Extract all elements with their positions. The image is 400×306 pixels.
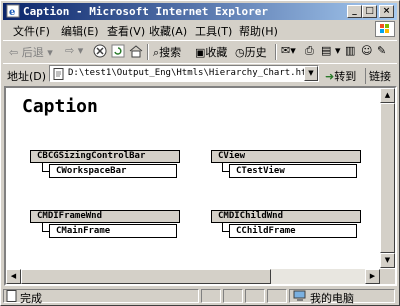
- hierarchy-connector: [222, 163, 229, 172]
- hierarchy-connector: [222, 223, 229, 232]
- status-panel: [245, 289, 265, 303]
- scroll-down-button[interactable]: ▼: [380, 253, 395, 268]
- page-content: Caption CBCGSizingControlBar CWorkspaceB…: [6, 88, 380, 268]
- class-node-child[interactable]: CWorkspaceBar: [49, 164, 177, 178]
- address-label: 地址(D): [7, 70, 47, 83]
- mail-button[interactable]: ✉▾: [281, 44, 296, 57]
- maximize-button[interactable]: □: [362, 5, 377, 18]
- menu-view[interactable]: 查看(V): [107, 23, 145, 39]
- svg-text:e: e: [9, 7, 15, 18]
- status-text: 完成: [20, 292, 42, 305]
- minimize-button[interactable]: _: [347, 5, 362, 18]
- scroll-up-button[interactable]: ▲: [380, 88, 395, 103]
- menu-file[interactable]: 文件(F): [13, 23, 50, 39]
- class-node-parent[interactable]: CMDIChildWnd: [211, 210, 361, 223]
- status-panel: [267, 289, 287, 303]
- windows-logo-icon: [375, 21, 395, 37]
- chevron-down-icon[interactable]: ▾: [335, 44, 341, 57]
- go-arrow-icon: ➜: [325, 70, 335, 83]
- back-arrow-icon: ⇦: [9, 46, 19, 59]
- links-button[interactable]: 链接: [365, 68, 391, 84]
- security-zone-text: 我的电脑: [310, 292, 354, 305]
- status-panel: [201, 289, 221, 303]
- scroll-left-button[interactable]: ◀: [6, 269, 21, 284]
- edit-icon[interactable]: ▤: [321, 44, 331, 57]
- ie-icon: e: [6, 4, 20, 18]
- page-icon: [53, 68, 64, 80]
- address-input[interactable]: D:\test1\Output_Eng\Htmls\Hierarchy_Char…: [49, 65, 319, 82]
- toolbar-separator: [147, 44, 149, 60]
- discuss-icon[interactable]: ▥: [345, 44, 355, 57]
- back-button[interactable]: ⇦ 后退 ▾: [9, 44, 53, 60]
- address-url: D:\test1\Output_Eng\Htmls\Hierarchy_Char…: [68, 68, 312, 78]
- status-zone-panel: 我的电脑: [289, 289, 395, 305]
- toolbar-separator: [275, 44, 277, 60]
- horizontal-scroll-thumb[interactable]: [21, 269, 271, 284]
- vertical-scrollbar[interactable]: ▲ ▼: [380, 88, 395, 268]
- menu-favorites[interactable]: 收藏(A): [149, 23, 187, 39]
- chevron-down-icon: ▾: [47, 46, 53, 59]
- address-bar: 地址(D) D:\test1\Output_Eng\Htmls\Hierarch…: [3, 63, 397, 85]
- standard-toolbar: ⇦ 后退 ▾ ⇨ ▾ ⌕搜索 ▣收藏 ◷历史 ✉▾ ⎙ ▤ ▾ ▥ ☺ ✎: [3, 40, 397, 64]
- class-node-child[interactable]: CMainFrame: [49, 224, 177, 238]
- title-bar[interactable]: e Caption - Microsoft Internet Explorer …: [3, 3, 397, 20]
- favorites-icon: ▣: [195, 46, 206, 59]
- scroll-right-button[interactable]: ▶: [365, 269, 380, 284]
- mail-icon: ✉: [281, 44, 291, 57]
- status-main-panel: 完成: [3, 289, 199, 305]
- home-icon[interactable]: [129, 44, 143, 58]
- content-frame: Caption CBCGSizingControlBar CWorkspaceB…: [4, 86, 397, 286]
- class-node-parent[interactable]: CMDIFrameWnd: [30, 210, 180, 223]
- address-dropdown-button[interactable]: ▼: [304, 66, 318, 81]
- class-node-child[interactable]: CTestView: [229, 164, 357, 178]
- vertical-scroll-thumb[interactable]: [380, 103, 395, 253]
- edit-menu-icon[interactable]: ✎: [377, 44, 386, 57]
- class-node-parent[interactable]: CView: [211, 150, 361, 163]
- ie-window: e Caption - Microsoft Internet Explorer …: [0, 0, 400, 306]
- refresh-icon[interactable]: [111, 44, 125, 58]
- page-done-icon: [6, 290, 17, 302]
- status-bar: 完成 我的电脑: [3, 288, 397, 305]
- horizontal-scrollbar[interactable]: ◀ ▶: [6, 269, 380, 284]
- menu-bar: 文件(F) 编辑(E) 查看(V) 收藏(A) 工具(T) 帮助(H): [3, 21, 397, 39]
- menu-tools[interactable]: 工具(T): [195, 23, 232, 39]
- print-icon[interactable]: ⎙: [305, 44, 314, 58]
- menu-help[interactable]: 帮助(H): [239, 23, 278, 39]
- scrollbar-corner: [380, 269, 395, 284]
- forward-arrow-icon: ⇨: [65, 44, 75, 57]
- stop-icon[interactable]: [93, 44, 107, 58]
- history-icon: ◷: [235, 46, 245, 59]
- hierarchy-connector: [42, 163, 49, 172]
- window-title: Caption - Microsoft Internet Explorer: [23, 5, 269, 18]
- go-button[interactable]: ➜转到: [325, 68, 356, 84]
- class-node-child[interactable]: CChildFrame: [229, 224, 357, 238]
- chevron-down-icon: ▾: [290, 44, 296, 57]
- close-button[interactable]: ×: [379, 5, 394, 18]
- my-computer-icon: [293, 290, 306, 301]
- search-button[interactable]: ⌕搜索: [153, 44, 181, 60]
- forward-button[interactable]: ⇨ ▾: [65, 44, 83, 57]
- menu-edit[interactable]: 编辑(E): [61, 23, 99, 39]
- favorites-button[interactable]: ▣收藏: [195, 44, 227, 60]
- hierarchy-connector: [42, 223, 49, 232]
- history-button[interactable]: ◷历史: [235, 44, 267, 60]
- status-panel: [223, 289, 243, 303]
- messenger-icon[interactable]: ☺: [361, 44, 372, 57]
- page-caption: Caption: [22, 96, 98, 117]
- class-node-parent[interactable]: CBCGSizingControlBar: [30, 150, 180, 163]
- chevron-down-icon: ▾: [77, 44, 84, 57]
